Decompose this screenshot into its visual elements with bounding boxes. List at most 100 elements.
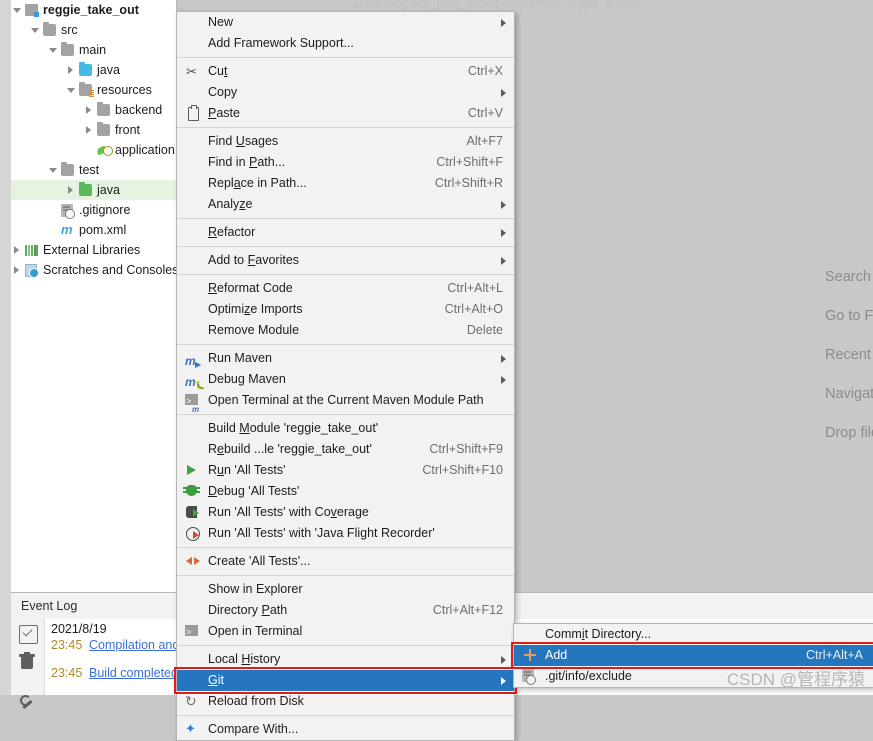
- menu-item-shortcut: Ctrl+Shift+R: [435, 173, 503, 194]
- menu-item-replace-in-path[interactable]: Replace in Path...Ctrl+Shift+R: [177, 173, 514, 194]
- menu-item-new[interactable]: New: [177, 12, 514, 33]
- menu-item-add-to-favorites[interactable]: Add to Favorites: [177, 250, 514, 271]
- chevron-down-icon[interactable]: [49, 168, 57, 173]
- chevron-right-icon[interactable]: [86, 106, 91, 114]
- menu-item-run-all-tests[interactable]: Run 'All Tests'Ctrl+Shift+F10: [177, 460, 514, 481]
- menu-item-git[interactable]: Git: [177, 670, 514, 691]
- delete-icon[interactable]: [21, 657, 33, 669]
- chevron-down-icon[interactable]: [67, 88, 75, 93]
- menu-item-compare-with[interactable]: ✦Compare With...: [177, 719, 514, 740]
- event-log-toolbar[interactable]: [11, 619, 45, 695]
- menu-item-optimize-imports[interactable]: Optimize ImportsCtrl+Alt+O: [177, 299, 514, 320]
- menu-item-build-module-reggie-take-out[interactable]: Build Module 'reggie_take_out': [177, 418, 514, 439]
- chevron-down-icon[interactable]: [31, 28, 39, 33]
- menu-item-label: Open in Terminal: [208, 621, 302, 642]
- tree-item-label: application.yml: [115, 140, 177, 160]
- project-tool-window[interactable]: reggie_take_outsrcmainjavaresourcesbacke…: [11, 0, 177, 592]
- chevron-right-icon[interactable]: [68, 66, 73, 74]
- tree-item-java[interactable]: java: [11, 60, 176, 80]
- menu-item-reformat-code[interactable]: Reformat CodeCtrl+Alt+L: [177, 278, 514, 299]
- maven-file-icon: m: [61, 223, 73, 236]
- menu-item-label: Analyze: [208, 194, 252, 215]
- tree-item-application-yml[interactable]: application.yml: [11, 140, 176, 160]
- tree-item-java[interactable]: java: [11, 180, 176, 200]
- menu-item-shortcut: Alt+F7: [467, 131, 503, 152]
- submenu-arrow-icon: [501, 677, 506, 685]
- menu-item-reload-from-disk[interactable]: ↻Reload from Disk: [177, 691, 514, 712]
- menu-item-directory-path[interactable]: Directory PathCtrl+Alt+F12: [177, 600, 514, 621]
- menu-item-find-usages[interactable]: Find UsagesAlt+F7: [177, 131, 514, 152]
- menu-item-find-in-path[interactable]: Find in Path...Ctrl+Shift+F: [177, 152, 514, 173]
- folder-icon: [61, 44, 74, 56]
- menu-separator: [177, 274, 514, 275]
- tree-item-resources[interactable]: resources: [11, 80, 176, 100]
- module-icon: [25, 4, 38, 16]
- menu-item-debug-all-tests[interactable]: Debug 'All Tests': [177, 481, 514, 502]
- menu-item-create-all-tests[interactable]: Create 'All Tests'...: [177, 551, 514, 572]
- mark-all-read-icon[interactable]: [19, 625, 38, 644]
- event-log-title[interactable]: Event Log: [11, 593, 187, 619]
- event-message-link[interactable]: Build completed: [89, 666, 178, 680]
- menu-item-open-terminal-at-the-current-maven-module-path[interactable]: mOpen Terminal at the Current Maven Modu…: [177, 390, 514, 411]
- tree-item-external-libraries[interactable]: External Libraries: [11, 240, 176, 260]
- yaml-file-icon: [97, 145, 111, 156]
- tree-item-label: backend: [115, 100, 162, 120]
- menu-item-add-framework-support[interactable]: Add Framework Support...: [177, 33, 514, 54]
- menu-item-label: Run 'All Tests': [208, 460, 286, 481]
- event-time: 23:45: [51, 666, 89, 680]
- hint-go-to-file: Go to File: [825, 308, 873, 324]
- menu-item-analyze[interactable]: Analyze: [177, 194, 514, 215]
- menu-item-remove-module[interactable]: Remove ModuleDelete: [177, 320, 514, 341]
- menu-item-run-all-tests-with-coverage[interactable]: Run 'All Tests' with Coverage: [177, 502, 514, 523]
- chevron-down-icon[interactable]: [13, 8, 21, 13]
- hint-search-everywhere: Search Everywhere: [825, 269, 873, 285]
- tree-item-reggie-take-out[interactable]: reggie_take_out: [11, 0, 176, 20]
- settings-icon[interactable]: [20, 695, 34, 709]
- menu-item-paste[interactable]: PasteCtrl+V: [177, 103, 514, 124]
- menu-item-run-all-tests-with-java-flight-recorder[interactable]: Run 'All Tests' with 'Java Flight Record…: [177, 523, 514, 544]
- chevron-right-icon[interactable]: [68, 186, 73, 194]
- chevron-down-icon[interactable]: [49, 48, 57, 53]
- tree-item-label: External Libraries: [43, 240, 140, 260]
- menu-item-copy[interactable]: Copy: [177, 82, 514, 103]
- menu-separator: [177, 344, 514, 345]
- menu-item-label: Refactor: [208, 222, 255, 243]
- tree-item-main[interactable]: main: [11, 40, 176, 60]
- compare-icon: ✦: [185, 723, 199, 735]
- tree-item-src[interactable]: src: [11, 20, 176, 40]
- menu-item-label: Open Terminal at the Current Maven Modul…: [208, 390, 484, 411]
- menu-item-commit-directory[interactable]: Commit Directory...: [514, 624, 873, 645]
- folder-resources-icon: [79, 84, 92, 96]
- menu-item-rebuild-le-reggie-take-out[interactable]: Rebuild ...le 'reggie_take_out'Ctrl+Shif…: [177, 439, 514, 460]
- tree-item-backend[interactable]: backend: [11, 100, 176, 120]
- ide-window: reggie_take_outsrcmainjavaresourcesbacke…: [0, 0, 873, 695]
- highlight-outline: [174, 667, 517, 694]
- menu-item-label: New: [208, 12, 233, 33]
- clipboard-icon: [188, 107, 199, 121]
- hint-navigation-bar: Navigation Bar: [825, 386, 873, 402]
- module-path-text: D:\develop\adv_idea_workspace\itheima_re…: [354, 0, 640, 10]
- tree-item-scratches-and-consoles[interactable]: Scratches and Consoles: [11, 260, 176, 280]
- chevron-right-icon[interactable]: [14, 246, 19, 254]
- project-tree[interactable]: reggie_take_outsrcmainjavaresourcesbacke…: [11, 0, 176, 280]
- chevron-right-icon[interactable]: [14, 266, 19, 274]
- tree-item-test[interactable]: test: [11, 160, 176, 180]
- menu-item-run-maven[interactable]: m▶Run Maven: [177, 348, 514, 369]
- menu-item-cut[interactable]: ✂CutCtrl+X: [177, 61, 514, 82]
- menu-item-refactor[interactable]: Refactor: [177, 222, 514, 243]
- menu-item-shortcut: Ctrl+Alt+O: [445, 299, 503, 320]
- chevron-right-icon[interactable]: [86, 126, 91, 134]
- tree-item-front[interactable]: front: [11, 120, 176, 140]
- menu-item-show-in-explorer[interactable]: Show in Explorer: [177, 579, 514, 600]
- tree-item-gitignore[interactable]: .gitignore: [11, 200, 176, 220]
- menu-item-label: Git: [208, 670, 224, 691]
- menu-item-local-history[interactable]: Local History: [177, 649, 514, 670]
- menu-item-open-in-terminal[interactable]: Open in Terminal: [177, 621, 514, 642]
- menu-item-debug-maven[interactable]: m🐛Debug Maven: [177, 369, 514, 390]
- menu-item-add[interactable]: AddCtrl+Alt+A: [514, 645, 873, 666]
- hint-drop-files: Drop files here to open: [825, 425, 873, 441]
- folder-icon: [97, 124, 110, 136]
- project-context-menu[interactable]: NewAdd Framework Support... ✂CutCtrl+XCop…: [176, 11, 515, 741]
- tree-item-pom-xml[interactable]: mpom.xml: [11, 220, 176, 240]
- menu-item-label: Add: [545, 645, 567, 666]
